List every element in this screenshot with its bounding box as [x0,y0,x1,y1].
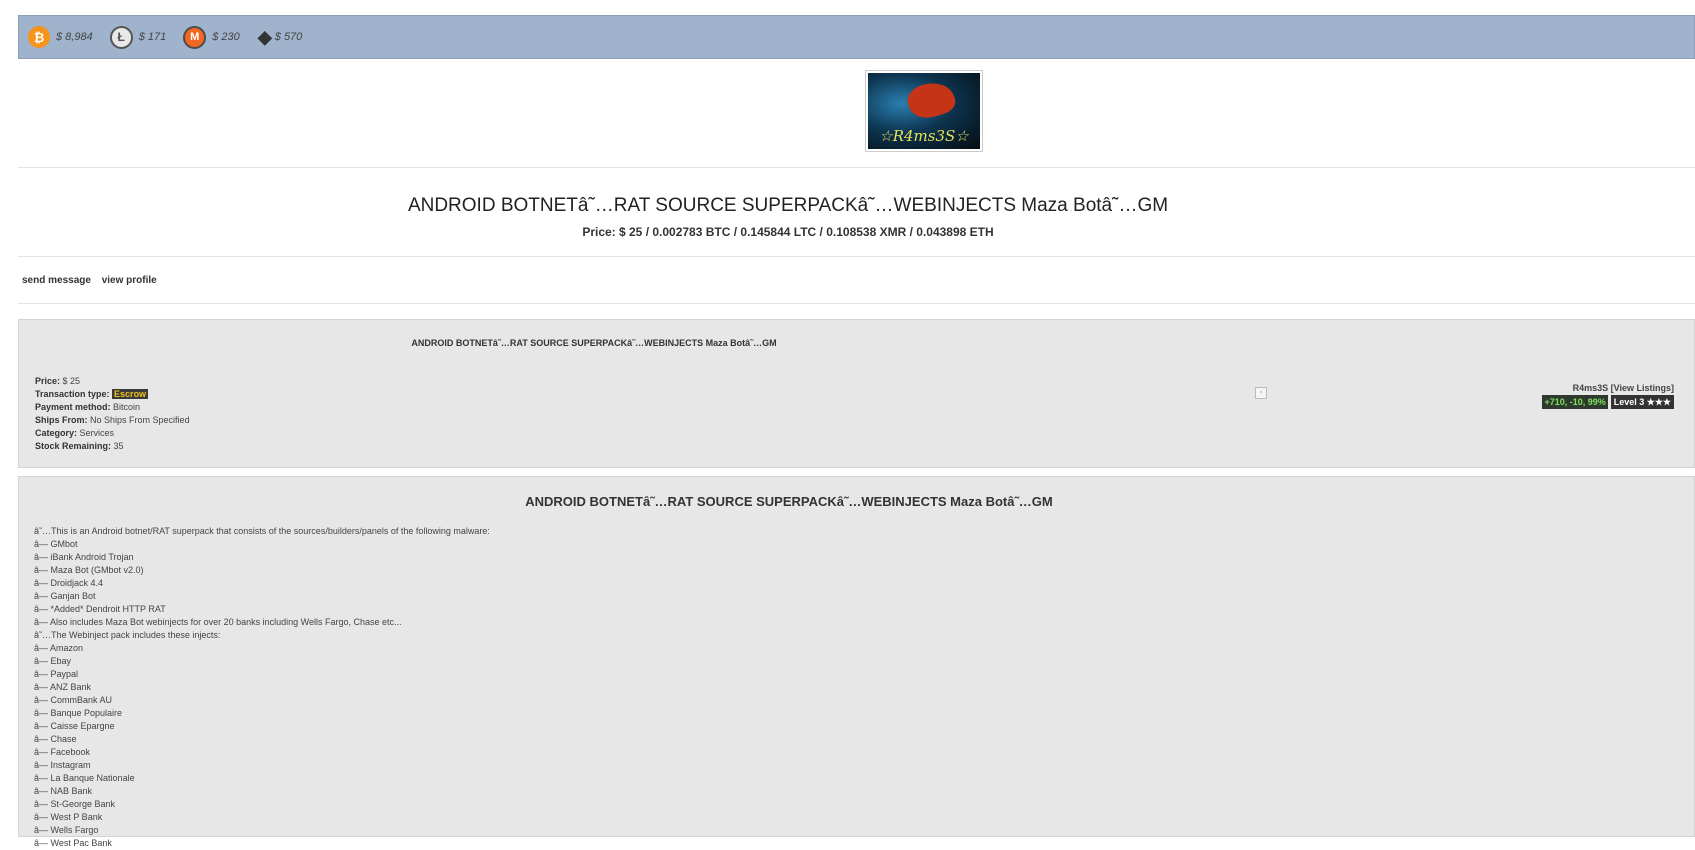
summary-title: ANDROID BOTNETâ˜…RAT SOURCE SUPERPACKâ˜…… [411,338,777,348]
description-line: â— iBank Android Trojan [34,552,134,562]
stock-value: 35 [113,441,124,451]
description-line: â— Wells Fargo [34,825,99,835]
divider [18,303,1695,304]
description-line: â— GMbot [34,539,78,549]
listing-details: Price: $ 25 Transaction type: Escrow Pay… [35,375,190,453]
description-line: â— *Added* Dendroit HTTP RAT [34,604,166,614]
description-line: â— Amazon [34,643,84,653]
description-line: â— Chase [34,734,77,744]
litecoin-icon: Ł [109,25,133,49]
ships-value: No Ships From Specified [90,415,190,425]
ethereum-icon: ◆ [257,26,272,47]
description-panel: ANDROID BOTNETâ˜…RAT SOURCE SUPERPACKâ˜…… [18,476,1695,848]
vendor-links: send message view profile [22,275,165,286]
vendor-logo-text: ☆R4ms3S☆ [879,127,969,145]
price-value: $ 25 [62,376,81,386]
description-line: â— Caisse Epargne [34,721,115,731]
btc-price: $ 8,984 [56,31,93,43]
monero-icon: M [183,25,207,49]
send-message-link[interactable]: send message [22,275,91,286]
eth-price: $ 570 [274,31,303,43]
hand-graphic [903,76,959,124]
feedback-badge: +710, -10, 99% [1542,395,1608,409]
description-line: â— West P Bank [34,812,103,822]
description-line: â— Maza Bot (GMbot v2.0) [34,565,144,575]
description-text: â˜…This is an Android botnet/RAT superpa… [34,525,490,850]
ltc-price: $ 171 [138,31,167,43]
description-title: ANDROID BOTNETâ˜…RAT SOURCE SUPERPACKâ˜…… [525,494,1053,509]
description-line: â˜…The Webinject pack includes these inj… [34,630,221,640]
xmr-price: $ 230 [212,31,240,43]
description-line: â— Paypal [34,669,79,679]
price-line: Price: $ 25 / 0.002783 BTC / 0.145844 LT… [582,225,994,239]
crypto-price-ticker: ₿ $ 8,984 Ł $ 171 M $ 230 ◆ $ 570 [18,15,1695,59]
category-value: Services [79,428,115,438]
description-line: â— ANZ Bank [34,682,92,692]
description-line: â— Ebay [34,656,72,666]
listing-summary-panel: ANDROID BOTNETâ˜…RAT SOURCE SUPERPACKâ˜…… [18,319,1695,468]
vendor-logo: ☆R4ms3S☆ [865,70,983,152]
ships-row: Ships From: No Ships From Specified [35,415,190,425]
ticker-eth: ◆ $ 570 [257,26,303,48]
ticker-xmr: M $ 230 [183,25,240,49]
description-line: â— CommBank AU [34,695,113,705]
description-line: â— Banque Populaire [34,708,123,718]
vendor-logo-image: ☆R4ms3S☆ [868,73,980,149]
description-line: â— Droidjack 4.4 [34,578,104,588]
category-row: Category: Services [35,428,115,438]
seller-info: R4ms3S [View Listings] +710, -10, 99% Le… [1542,382,1674,409]
price-row: Price: $ 25 [35,376,81,386]
divider [18,167,1695,168]
ticker-btc: ₿ $ 8,984 [28,26,93,48]
description-line: â— St-George Bank [34,799,116,809]
payment-value: Bitcoin [113,402,141,412]
description-line: â— NAB Bank [34,786,93,796]
escrow-badge: Escrow [112,389,149,399]
stock-row: Stock Remaining: 35 [35,441,124,451]
description-line: â— Ganjan Bot [34,591,96,601]
description-line: â— Facebook [34,747,91,757]
seller-listings-link[interactable]: R4ms3S [View Listings] [1573,382,1674,394]
listing-title: ANDROID BOTNETâ˜…RAT SOURCE SUPERPACKâ˜…… [407,195,1169,216]
ticker-ltc: Ł $ 171 [109,25,167,49]
description-line: â— La Banque Nationale [34,773,135,783]
description-line: â— West Pac Bank [34,838,112,848]
payment-row: Payment method: Bitcoin [35,402,141,412]
description-line: â— Also includes Maza Bot webinjects for… [34,617,402,627]
broken-image-icon: ▫ [1255,387,1267,399]
description-line: â˜…This is an Android botnet/RAT superpa… [34,526,490,536]
seller-badges: +710, -10, 99% Level 3 ★★★ [1542,395,1674,409]
divider [18,256,1695,257]
bitcoin-icon: ₿ [28,26,50,48]
view-profile-link[interactable]: view profile [102,275,157,286]
transaction-row: Transaction type: Escrow [35,389,149,399]
level-badge: Level 3 ★★★ [1610,395,1674,409]
description-line: â— Instagram [34,760,91,770]
